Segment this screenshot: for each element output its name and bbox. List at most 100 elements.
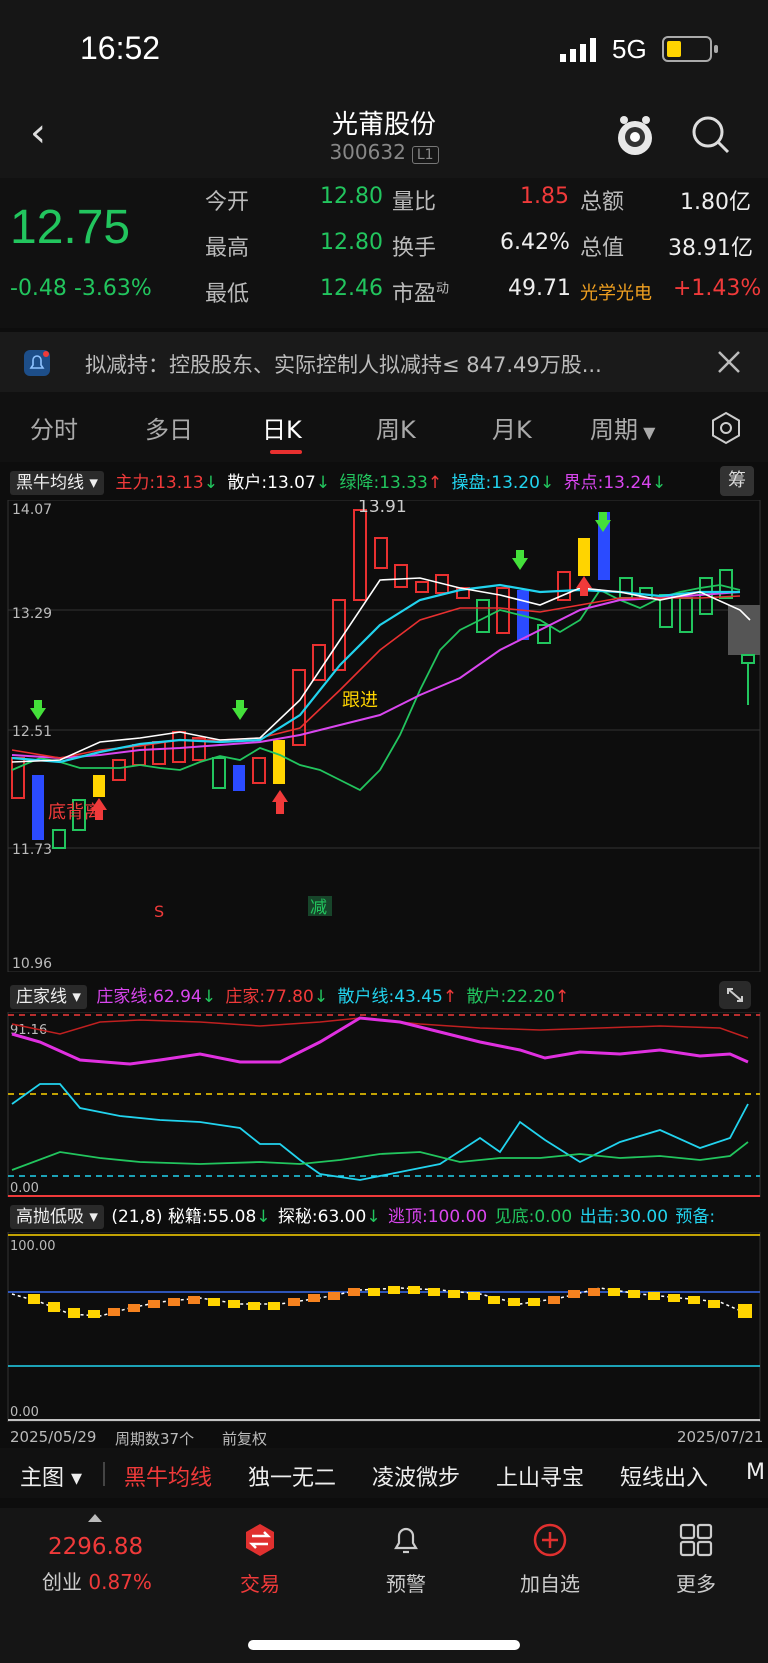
tab-monthly-k[interactable]: 月K <box>492 410 532 445</box>
tab-intraday[interactable]: 分时 <box>30 410 78 445</box>
x-axis-end: 2025/07/21 <box>677 1428 764 1446</box>
battery-icon <box>662 36 718 62</box>
low-label: 最低 <box>205 282 250 307</box>
x-axis-period-count: 周期数37个 <box>115 1430 195 1448</box>
ind1-value-operate: 操盘:13.20↓ <box>451 473 555 493</box>
indicator1-header: 黑牛均线 ▾ 主力:13.13↓ 散户:13.07↓ 绿降:13.33↑ 操盘:… <box>10 468 760 498</box>
tab-daily-k[interactable]: 日K <box>262 410 302 445</box>
menu-treasure[interactable]: 上山寻宝 <box>496 1460 584 1492</box>
tab-multiday[interactable]: 多日 <box>145 410 193 445</box>
sector-link[interactable]: 光学光电 <box>580 279 652 305</box>
candles <box>11 509 760 849</box>
x-axis-adjust: 前复权 <box>222 1430 268 1448</box>
volume-ratio-label: 量比 <box>392 190 437 215</box>
last-price: 12.75 <box>10 201 131 254</box>
ind3-value-escape: 逃顶:100.00 <box>387 1207 488 1227</box>
ind3-value-bottom: 见底:0.00 <box>494 1207 573 1227</box>
ind3-value-explore: 探秘:63.00↓ <box>277 1207 381 1227</box>
high-label: 最高 <box>205 236 250 261</box>
caret-down-icon: ▼ <box>638 423 656 442</box>
expand-icon[interactable] <box>718 980 752 1010</box>
amount-value: 1.80亿 <box>680 190 751 215</box>
ind2-value-retail-line: 散户线:43.45↑ <box>337 987 458 1007</box>
trade-icon[interactable] <box>242 1522 278 1558</box>
add-watchlist-icon[interactable] <box>532 1522 568 1558</box>
indicator1-selector[interactable]: 黑牛均线 ▾ <box>10 471 104 495</box>
retail-green-line <box>11 1141 749 1171</box>
index-value[interactable]: 2296.88 <box>48 1534 143 1560</box>
market-cap-label: 总值 <box>580 236 625 261</box>
level-badge: L1 <box>411 146 439 164</box>
active-tab-underline <box>270 450 302 454</box>
buy-arrow-green <box>30 700 46 720</box>
indicator2-header: 庄家线 ▾ 庄家线:62.94↓ 庄家:77.80↓ 散户线:43.45↑ 散户… <box>10 982 750 1012</box>
notice-banner[interactable]: 拟减持：控股股东、实际控制人拟减持≤ 847.49万股... <box>0 332 768 392</box>
ind3-value-attack: 出击:30.00 <box>579 1207 669 1227</box>
quote-panel: 12.75 -0.48 -3.63% 今开 12.80 量比 1.85 总额 1… <box>0 178 768 328</box>
y-label-bottom: 10.96 <box>12 956 52 972</box>
high-low-chart[interactable]: 100.00 0.00 <box>0 1232 768 1422</box>
nav-more[interactable]: 更多 <box>646 1568 746 1597</box>
signal-s: S <box>154 902 164 921</box>
follow-label: 跟进 <box>342 690 378 711</box>
bell-icon[interactable] <box>388 1522 424 1558</box>
open-value: 12.80 <box>320 184 383 209</box>
menu-black-bull[interactable]: 黑牛均线 <box>124 1460 212 1492</box>
chips-button[interactable]: 筹 <box>720 466 754 496</box>
mascot-icon[interactable] <box>612 112 658 158</box>
menu-short-term[interactable]: 短线出入 <box>620 1460 708 1492</box>
notice-text: 拟减持：控股股东、实际控制人拟减持≤ 847.49万股... <box>85 353 602 377</box>
close-icon[interactable] <box>716 349 742 375</box>
dealer-line-chart[interactable]: 91.16 0.00 <box>0 1012 768 1197</box>
kline-chart[interactable]: 14.07 13.29 12.51 11.73 10.96 13.91 跟进 底… <box>0 500 768 972</box>
dealer-magenta-line <box>11 1016 749 1066</box>
nav-add-watchlist[interactable]: 加自选 <box>500 1568 600 1597</box>
buy-arrow-red <box>576 576 592 596</box>
network-type: 5G <box>612 34 647 64</box>
tab-period[interactable]: 周期 ▼ <box>590 410 655 445</box>
index-label[interactable]: 创业 0.87% <box>42 1566 152 1595</box>
retail-cyan-line <box>11 1083 749 1181</box>
bell-notice-icon <box>24 350 50 376</box>
y-label-top: 14.07 <box>12 502 52 518</box>
home-indicator[interactable] <box>248 1640 520 1650</box>
indicator3-selector[interactable]: 高抛低吸 ▾ <box>10 1205 104 1229</box>
turnover-value: 6.42% <box>500 230 570 255</box>
menu-divider <box>103 1462 105 1486</box>
tab-weekly-k[interactable]: 周K <box>376 410 416 445</box>
ind3-y-bottom: 0.00 <box>10 1405 39 1420</box>
nav-alert[interactable]: 预警 <box>356 1568 456 1597</box>
ind1-value-main: 主力:13.13↓ <box>115 473 218 493</box>
menu-more-overflow[interactable]: M <box>746 1460 765 1485</box>
y-label-3: 12.51 <box>12 724 52 740</box>
open-label: 今开 <box>205 190 250 215</box>
ind3-y-top: 100.00 <box>10 1239 56 1254</box>
ma-white <box>11 577 751 763</box>
ma-cyan <box>11 583 740 764</box>
sector-change: +1.43% <box>673 276 762 301</box>
caret-up-icon <box>88 1514 102 1522</box>
search-icon[interactable] <box>690 114 732 156</box>
menu-main-chart[interactable]: 主图 ▾ <box>20 1460 82 1492</box>
nav-trade[interactable]: 交易 <box>210 1568 310 1597</box>
ind2-value-dealer-line: 庄家线:62.94↓ <box>96 987 216 1007</box>
ind2-value-dealer: 庄家:77.80↓ <box>225 987 329 1007</box>
indicator-menu: 主图 ▾ 黑牛均线 独一无二 凌波微步 上山寻宝 短线出入 M <box>0 1448 768 1498</box>
settings-hex-icon[interactable] <box>708 410 744 446</box>
menu-lingbo[interactable]: 凌波微步 <box>372 1460 460 1492</box>
histogram-blocks <box>28 1286 752 1318</box>
y-label-4: 11.73 <box>12 842 52 858</box>
ind2-y-bottom: 0.00 <box>10 1181 39 1196</box>
ind3-value-prepare: 预备: <box>675 1207 716 1227</box>
amount-label: 总额 <box>580 190 625 215</box>
indicator2-selector[interactable]: 庄家线 ▾ <box>10 985 87 1009</box>
ma-red <box>11 595 741 759</box>
grid-more-icon[interactable] <box>678 1522 714 1558</box>
buy-arrow-red <box>272 790 288 814</box>
menu-unique[interactable]: 独一无二 <box>248 1460 336 1492</box>
status-time: 16:52 <box>80 30 161 66</box>
ind3-value-secret: (21,8) 秘籍:55.08↓ <box>111 1207 271 1227</box>
market-cap-value: 38.91亿 <box>668 236 753 261</box>
turnover-label: 换手 <box>392 236 437 261</box>
pe-label: 市盈动 <box>392 281 450 307</box>
